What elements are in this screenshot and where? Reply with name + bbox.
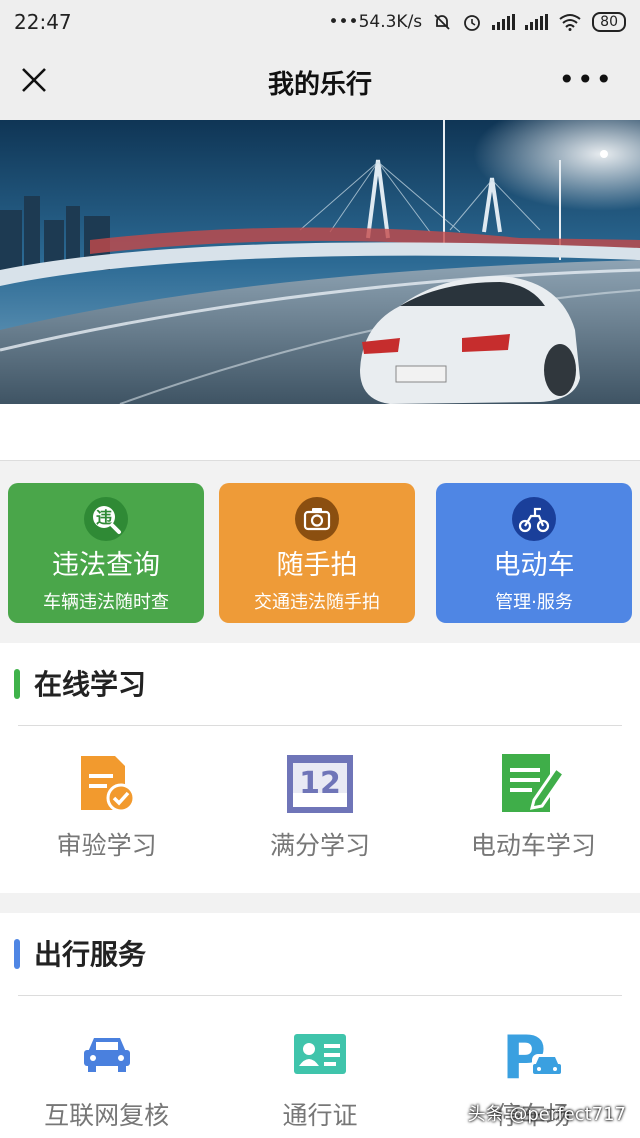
signal-icon xyxy=(492,14,516,30)
section-accent-bar xyxy=(14,939,20,969)
network-speed: •••54.3K/s xyxy=(328,12,423,32)
learning-items: 审验学习 12 满分学习 电动车学习 xyxy=(0,726,640,862)
battery-indicator: 80 xyxy=(592,12,626,32)
card-name: 随手拍 xyxy=(276,550,358,581)
section-title: 在线学习 xyxy=(34,668,147,701)
calendar-12-icon: 12 xyxy=(213,754,426,814)
item-label: 审验学习 xyxy=(56,831,157,860)
item-label: 通行证 xyxy=(282,1101,358,1130)
item-label: 互联网复核 xyxy=(44,1101,170,1130)
wifi-icon xyxy=(559,14,581,31)
card-subtitle: 交通违法随手拍 xyxy=(254,592,380,613)
violation-icon: 违 xyxy=(84,497,128,541)
page-title: 我的乐行 xyxy=(267,69,372,100)
calendar-number: 12 xyxy=(299,766,341,801)
violation-query-card[interactable]: 违 违法查询 车辆违法随时查 xyxy=(8,483,204,623)
card-subtitle: 车辆违法随时查 xyxy=(43,592,169,613)
review-study-item[interactable]: 审验学习 xyxy=(0,726,213,862)
signal-2-icon xyxy=(525,14,549,30)
status-time: 22:47 xyxy=(14,10,72,34)
item-label: 电动车学习 xyxy=(470,831,596,860)
nav-bar: 我的乐行 ••• xyxy=(0,44,640,120)
mute-bell-icon xyxy=(434,14,450,30)
scooter-icon xyxy=(512,497,556,541)
full-score-study-item[interactable]: 12 满分学习 xyxy=(213,726,426,862)
camera-icon xyxy=(295,497,339,541)
parking-icon: P xyxy=(427,1024,640,1084)
section-title: 出行服务 xyxy=(34,938,147,971)
status-bar: 22:47 •••54.3K/s 80 xyxy=(0,0,640,44)
car-icon xyxy=(0,1024,213,1084)
svg-text:违: 违 xyxy=(96,508,112,527)
snapshot-card[interactable]: 随手拍 交通违法随手拍 xyxy=(219,483,415,623)
edit-note-icon xyxy=(427,754,640,814)
watermark: 头条 @perfect717 xyxy=(467,1104,626,1125)
pass-permit-item[interactable]: 通行证 xyxy=(213,996,426,1132)
more-menu-icon[interactable]: ••• xyxy=(558,66,614,94)
id-card-icon xyxy=(213,1024,426,1084)
section-accent-bar xyxy=(14,669,20,699)
online-review-item[interactable]: 互联网复核 xyxy=(0,996,213,1132)
card-subtitle: 管理·服务 xyxy=(495,592,573,613)
banner-spacer xyxy=(0,404,640,461)
close-icon[interactable] xyxy=(18,64,50,96)
banner-image[interactable] xyxy=(0,120,640,404)
item-label: 满分学习 xyxy=(269,831,370,860)
card-name: 违法查询 xyxy=(52,550,160,581)
feature-cards: 违 违法查询 车辆违法随时查 随手拍 交通违法随手拍 电动车 管理·服务 xyxy=(0,461,640,643)
e-bike-study-item[interactable]: 电动车学习 xyxy=(427,726,640,862)
status-right: •••54.3K/s 80 xyxy=(328,12,626,32)
card-name: 电动车 xyxy=(493,550,575,581)
document-check-icon xyxy=(0,754,213,814)
online-learning-section: 在线学习 审验学习 12 满分学习 电动车学习 xyxy=(0,643,640,893)
alarm-icon xyxy=(464,15,481,31)
section-header: 在线学习 xyxy=(0,643,640,725)
e-bike-card[interactable]: 电动车 管理·服务 xyxy=(436,483,632,623)
section-header: 出行服务 xyxy=(0,913,640,995)
